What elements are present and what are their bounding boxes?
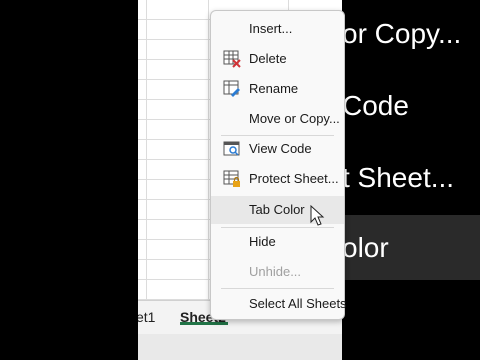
menu-item-label: Delete (249, 51, 287, 66)
column-line (208, 0, 209, 300)
column-line (146, 0, 147, 300)
menu-separator (221, 288, 334, 289)
left-letterbox (0, 0, 138, 360)
menu-item-select-all-sheets[interactable]: Select All Sheets (211, 290, 347, 318)
sheet-tab[interactable]: et1 (138, 309, 155, 325)
rename-sheet-icon (223, 80, 240, 97)
right-letterbox (342, 0, 480, 360)
menu-item-insert[interactable]: Insert... (211, 15, 344, 43)
menu-item-label: View Code (249, 141, 312, 156)
protect-sheet-icon (223, 170, 240, 187)
menu-item-delete[interactable]: Delete (211, 45, 344, 73)
menu-item-rename[interactable]: Rename (211, 75, 344, 103)
menu-item-protect-sheet[interactable]: Protect Sheet... (211, 165, 344, 193)
menu-item-label: Hide (249, 234, 276, 249)
view-code-icon (223, 141, 240, 156)
menu-item-move-or-copy[interactable]: Move or Copy... (211, 105, 344, 133)
menu-item-hide[interactable]: Hide (211, 228, 344, 256)
menu-item-label: Move or Copy... (249, 111, 340, 126)
mouse-cursor-icon (310, 205, 325, 226)
menu-item-label: Tab Color (249, 202, 305, 217)
menu-item-label: Rename (249, 81, 299, 96)
context-menu: Insert... Delete Rename Move or Copy... … (210, 10, 347, 320)
menu-item-unhide[interactable]: Unhide... (211, 258, 344, 286)
menu-item-view-code[interactable]: View Code (211, 135, 344, 163)
menu-item-label: Select All Sheets (249, 296, 347, 311)
menu-item-label: Insert... (249, 21, 293, 36)
delete-sheet-icon (223, 50, 241, 68)
active-tab-indicator (180, 322, 228, 325)
menu-item-label: Protect Sheet... (249, 171, 339, 186)
menu-item-label: Unhide... (249, 264, 302, 279)
status-bar (138, 334, 342, 360)
